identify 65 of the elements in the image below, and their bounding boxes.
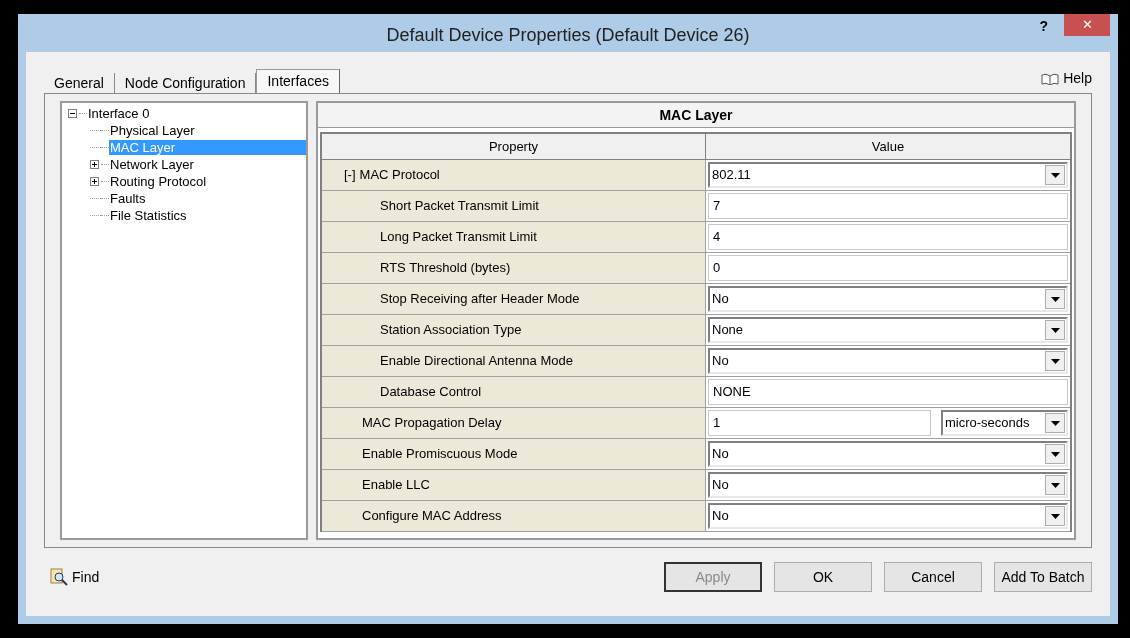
property-label: Stop Receiving after Header Mode [380,290,580,309]
property-label: Enable Promiscuous Mode [362,445,518,464]
property-label: Configure MAC Address [362,507,502,526]
value-field[interactable]: NONE [713,382,751,402]
tree-item[interactable]: Routing Protocol [109,174,208,189]
value-dropdown[interactable]: No [708,286,1068,312]
value-dropdown[interactable]: No [708,503,1068,529]
column-header: Value [870,137,906,156]
collapse-icon[interactable] [68,109,77,118]
value-field[interactable]: 1 [713,413,721,433]
tree-item[interactable]: File Statistics [109,208,188,223]
property-label: Station Association Type [380,321,522,340]
collapse-toggle[interactable]: [-] [344,165,356,185]
caret-icon [1050,296,1060,302]
tree-item[interactable]: Faults [109,191,147,206]
dialog-button[interactable]: OK [774,562,872,592]
help-link[interactable]: Help [1063,68,1092,89]
dropdown-arrow-button[interactable] [1045,165,1065,185]
value-dropdown[interactable]: 802.11 [708,162,1068,188]
tab[interactable]: Interfaces [256,69,340,93]
dropdown-arrow-button[interactable] [1045,413,1065,433]
book-icon [1041,72,1060,85]
expand-icon[interactable] [90,177,99,186]
dropdown-arrow-button[interactable] [1045,351,1065,371]
dialog-button[interactable]: Cancel [884,562,982,592]
dropdown-arrow-button[interactable] [1045,289,1065,309]
property-label: RTS Threshold (bytes) [380,259,511,278]
value-field[interactable]: 7 [713,196,721,216]
tree-item[interactable]: Physical Layer [109,123,196,138]
expand-icon[interactable] [90,160,99,169]
property-label: Enable LLC [362,476,430,495]
dropdown-arrow-button[interactable] [1045,475,1065,495]
value-dropdown[interactable]: No [708,348,1068,374]
caret-icon [1050,358,1060,364]
column-header: Property [322,134,706,159]
caret-icon [1050,420,1060,426]
caret-icon [1050,451,1060,457]
property-label: Enable Directional Antenna Mode [380,352,573,371]
find-link[interactable]: Find [72,566,100,588]
property-label: Short Packet Transmit Limit [380,197,539,216]
dropdown-arrow-button[interactable] [1045,444,1065,464]
value-dropdown[interactable]: No [708,472,1068,498]
property-label: MAC Propagation Delay [362,414,502,433]
window-title: Default Device Properties (Default Device 26) [386,24,750,47]
tree-item[interactable]: Network Layer [109,157,195,172]
help-button[interactable]: ? [1039,16,1048,37]
value-dropdown[interactable]: None [708,317,1068,343]
property-label: Long Packet Transmit Limit [380,228,537,247]
caret-icon [1050,172,1060,178]
close-button[interactable]: ✕ [1064,14,1110,36]
property-label: MAC Protocol [359,166,440,185]
caret-icon [1050,327,1060,333]
unit-dropdown[interactable]: micro-seconds [941,410,1068,436]
panel-title: MAC Layer [659,105,733,125]
dropdown-arrow-button[interactable] [1045,320,1065,340]
property-label: Database Control [380,383,482,402]
value-field[interactable]: 0 [713,258,721,278]
caret-icon [1050,513,1060,519]
caret-icon [1050,482,1060,488]
magnifier-icon [50,568,68,586]
tree-item[interactable]: Interface 0 [87,106,151,121]
dialog-button[interactable]: Add To Batch [994,562,1092,592]
dropdown-arrow-button[interactable] [1045,506,1065,526]
value-field[interactable]: 4 [713,227,721,247]
value-dropdown[interactable]: No [708,441,1068,467]
